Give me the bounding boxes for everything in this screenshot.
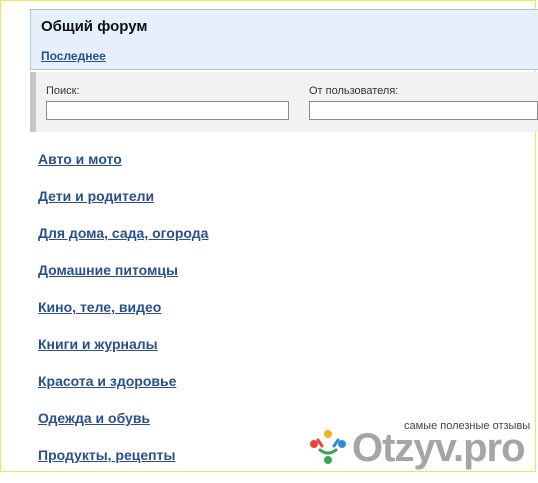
category-link-books[interactable]: Книги и журналы [38, 336, 158, 352]
list-item: Книги и журналы [38, 335, 208, 372]
category-link-pets[interactable]: Домашние питомцы [38, 262, 178, 278]
list-item: Красота и здоровье [38, 372, 208, 409]
user-filter-input[interactable] [309, 101, 538, 120]
watermark: самые полезные отзывы Otzyv.pro [308, 418, 538, 474]
category-link-food[interactable]: Продукты, рецепты [38, 447, 175, 463]
latest-link[interactable]: Последнее [41, 49, 106, 63]
category-link-beauty[interactable]: Красота и здоровье [38, 373, 176, 389]
search-input[interactable] [46, 101, 289, 120]
category-link-kids[interactable]: Дети и родители [38, 188, 154, 204]
category-link-auto[interactable]: Авто и мото [38, 151, 122, 167]
search-panel: Поиск: От пользователя: [30, 72, 538, 132]
search-label: Поиск: [46, 85, 80, 97]
people-logo-icon [310, 430, 346, 464]
page-title: Общий форум [41, 18, 148, 35]
category-link-movies[interactable]: Кино, теле, видео [38, 299, 161, 315]
category-link-clothes[interactable]: Одежда и обувь [38, 410, 150, 426]
watermark-logo-text: Otzyv.pro [352, 426, 526, 470]
forum-header: Общий форум Последнее [30, 9, 538, 70]
list-item: Домашние питомцы [38, 261, 208, 298]
category-link-home[interactable]: Для дома, сада, огорода [38, 225, 208, 241]
list-item: Одежда и обувь [38, 409, 208, 446]
category-list: Авто и мото Дети и родители Для дома, са… [38, 150, 208, 483]
user-filter-label: От пользователя: [309, 85, 399, 97]
list-item: Дети и родители [38, 187, 208, 224]
list-item: Для дома, сада, огорода [38, 224, 208, 261]
list-item: Кино, теле, видео [38, 298, 208, 335]
list-item: Продукты, рецепты [38, 446, 208, 483]
list-item: Авто и мото [38, 150, 208, 187]
